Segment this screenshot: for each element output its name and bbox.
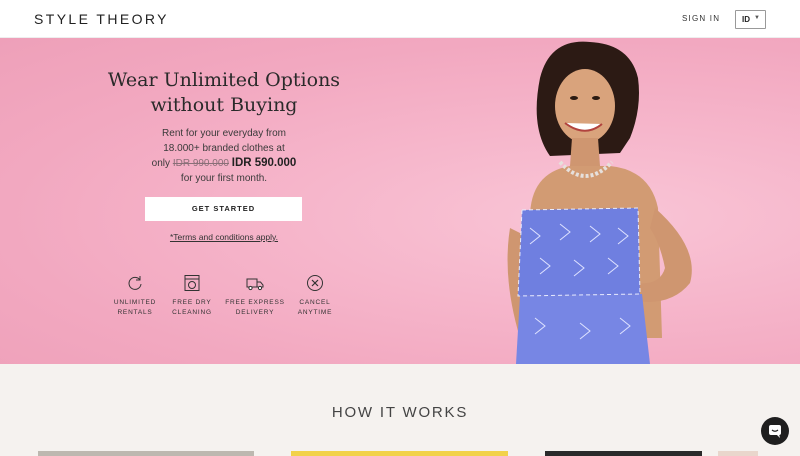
new-price: IDR 590.000 — [231, 157, 297, 169]
truck-icon — [246, 278, 264, 291]
how-it-works-title: HOW IT WORKS — [331, 404, 469, 421]
sign-in-link[interactable]: SIGN IN — [682, 14, 720, 23]
hero-title-line1: Wear Unlimited Options — [107, 69, 341, 91]
terms-link[interactable]: *Terms and conditions apply. — [120, 232, 328, 242]
language-value: ID — [742, 15, 750, 24]
chat-widget-button[interactable] — [761, 417, 789, 445]
hero-sub-line4: for your first month. — [180, 173, 268, 184]
feature-free-express-delivery: FREE EXPRESS DELIVERY — [225, 274, 285, 318]
step-image-3 — [545, 451, 702, 456]
how-it-works-section: HOW IT WORKS — [0, 364, 800, 456]
hero-price-line: only IDR 990.000 IDR 590.000 — [120, 156, 328, 171]
hero-title: Wear Unlimited Options without Buying — [90, 68, 358, 118]
hero-sub-line2: 18.000+ branded clothes at — [163, 143, 285, 154]
feature-label: FREE EXPRESS DELIVERY — [225, 299, 285, 316]
washing-machine-icon — [184, 275, 200, 291]
feature-label: UNLIMITED RENTALS — [113, 299, 157, 316]
hero-subtitle: Rent for your everyday from 18.000+ bran… — [120, 126, 328, 186]
feature-cancel-anytime: CANCEL ANYTIME — [285, 274, 345, 318]
cancel-circle-icon — [307, 275, 323, 291]
only-label: only — [151, 158, 171, 169]
caret-down-icon: ▼ — [754, 15, 760, 21]
step-image-1 — [38, 451, 254, 456]
chat-icon — [769, 425, 781, 438]
feature-label: FREE DRY CLEANING — [172, 299, 212, 316]
get-started-button[interactable]: GET STARTED — [145, 197, 302, 221]
refresh-icon — [128, 276, 142, 290]
step-image-2 — [291, 451, 508, 456]
old-price: IDR 990.000 — [172, 158, 229, 169]
step-image-4 — [718, 451, 758, 456]
feature-unlimited-rentals: UNLIMITED RENTALS — [105, 274, 165, 318]
hero-banner: Wear Unlimited Options without Buying Re… — [0, 38, 800, 364]
feature-label: CANCEL ANYTIME — [297, 299, 333, 316]
hero-sub-line1: Rent for your everyday from — [162, 128, 286, 139]
top-header: STYLE THEORY SIGN IN ID ▼ — [0, 0, 800, 38]
model-photo — [507, 41, 692, 364]
hero-title-line2: without Buying — [150, 94, 298, 116]
language-select[interactable]: ID ▼ — [735, 10, 766, 29]
feature-free-dry-cleaning: FREE DRY CLEANING — [162, 274, 222, 318]
brand-logo[interactable]: STYLE THEORY — [34, 11, 169, 27]
